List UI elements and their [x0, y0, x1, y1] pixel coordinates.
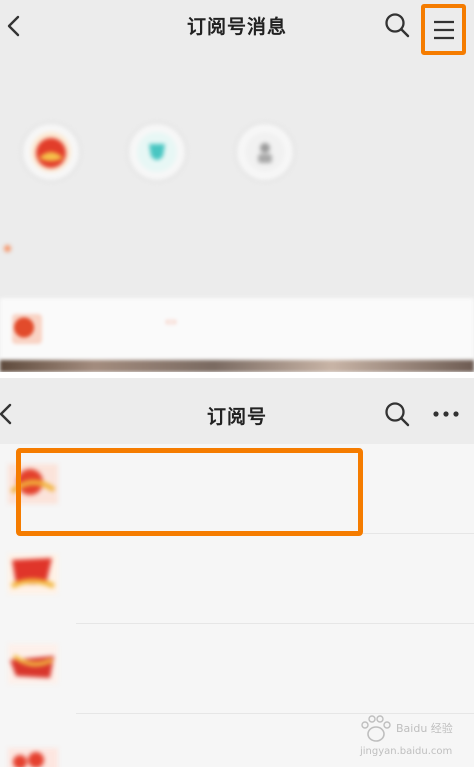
search-icon [385, 402, 410, 427]
top-nav-bar: 订阅号 [0, 378, 474, 444]
feed-account-logo [12, 314, 42, 344]
list-item[interactable] [0, 444, 474, 534]
more-button[interactable] [432, 402, 460, 426]
feed-tag [166, 320, 176, 324]
filter-row [4, 242, 37, 255]
subscription-messages-screen: 订阅号消息 [0, 0, 474, 372]
paw-icon [361, 715, 391, 742]
search-button[interactable] [383, 400, 411, 428]
account-avatar [127, 122, 187, 182]
baidu-jingyan-watermark: Baidu 经验 jingyan.baidu.com [356, 714, 468, 762]
more-icon [433, 411, 459, 417]
menu-icon [433, 20, 454, 39]
feed-item[interactable] [0, 298, 474, 372]
recent-account[interactable] [220, 122, 310, 198]
unread-dot-icon [4, 245, 11, 252]
account-logo [8, 748, 58, 767]
recent-account[interactable] [112, 122, 202, 198]
account-avatar [21, 122, 81, 182]
account-logo [8, 644, 58, 684]
account-logo [8, 464, 58, 504]
recent-accounts-section [0, 60, 474, 290]
menu-button[interactable] [421, 4, 466, 55]
search-button[interactable] [383, 11, 411, 39]
top-nav-bar: 订阅号消息 [0, 0, 474, 55]
search-icon [385, 13, 410, 38]
subscriptions-screen: 订阅号 [0, 378, 474, 767]
list-item[interactable] [0, 534, 474, 624]
account-avatar [235, 122, 295, 182]
feed-image-strip [0, 360, 474, 372]
list-item[interactable] [0, 624, 474, 714]
account-logo [8, 554, 58, 594]
recent-account[interactable] [6, 122, 96, 198]
